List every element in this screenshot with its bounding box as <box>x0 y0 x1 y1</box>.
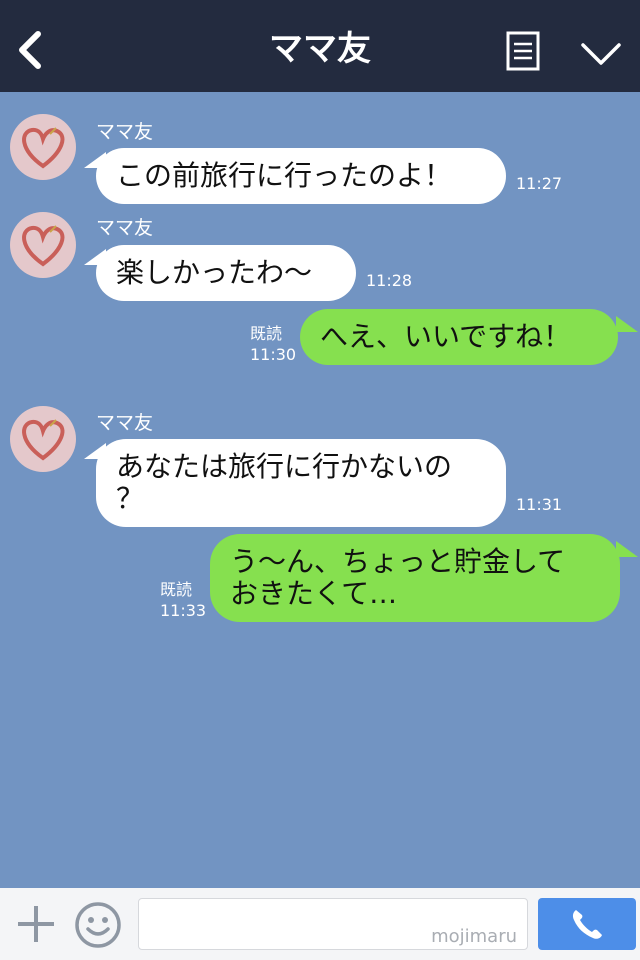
message-bubble[interactable]: 楽しかったわ〜 <box>96 245 356 301</box>
message-text: この前旅行に行ったのよ！ <box>116 159 453 192</box>
chat-title: ママ友 <box>269 29 371 69</box>
call-button[interactable] <box>538 898 636 950</box>
message-bubble[interactable]: う〜ん、ちょっと貯金して おきたくて… <box>210 534 620 622</box>
bubble-tail <box>616 316 638 332</box>
message-time: 11:31 <box>516 495 563 514</box>
message-text-line: ？ <box>116 482 145 515</box>
smile-icon[interactable] <box>74 901 122 949</box>
bubble-tail <box>616 541 638 557</box>
message-text-line: う〜ん、ちょっと貯金して <box>230 545 566 578</box>
sender-name: ママ友 <box>96 217 154 239</box>
message-text: 楽しかったわ〜 <box>116 256 313 289</box>
message-bubble[interactable]: へえ、いいですね！ <box>300 309 618 365</box>
message-time: 11:30 <box>250 345 297 364</box>
avatar[interactable] <box>10 406 76 472</box>
message-time: 11:33 <box>160 601 207 620</box>
chat-header: ママ友 <box>0 0 640 92</box>
message-time: 11:27 <box>516 174 563 193</box>
message-bubble[interactable]: あなたは旅行に行かないの ？ <box>96 439 506 527</box>
read-receipt: 既読 <box>250 324 283 343</box>
phone-icon <box>572 910 602 939</box>
read-receipt: 既読 <box>160 580 193 599</box>
message-text-line: あなたは旅行に行かないの <box>116 450 453 483</box>
plus-icon[interactable] <box>16 904 56 944</box>
avatar[interactable] <box>10 212 76 278</box>
message-text: へえ、いいですね！ <box>320 320 572 353</box>
message-time: 11:28 <box>366 271 413 290</box>
message-text-line: おきたくて… <box>230 577 398 610</box>
sender-name: ママ友 <box>96 121 154 143</box>
avatar[interactable] <box>10 114 76 180</box>
chevron-down-icon[interactable] <box>580 38 622 68</box>
menu-icon[interactable] <box>506 31 540 71</box>
watermark-text: mojimaru <box>431 926 517 947</box>
sender-name: ママ友 <box>96 412 154 434</box>
message-bubble[interactable]: この前旅行に行ったのよ！ <box>96 148 506 204</box>
message-input[interactable]: mojimaru <box>138 898 528 950</box>
